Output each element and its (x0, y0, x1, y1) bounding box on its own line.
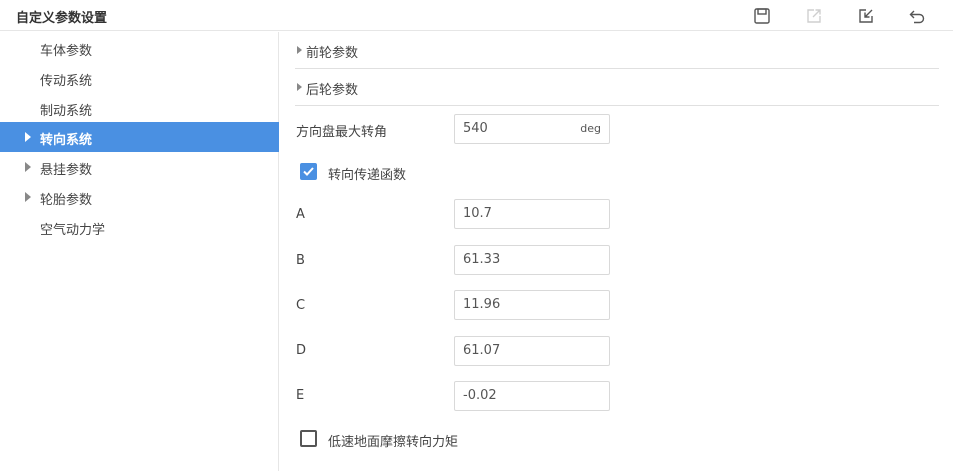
param-c-input[interactable]: 11.96 (454, 290, 610, 320)
sidebar-item-label: 转向系统 (40, 133, 93, 148)
param-e-value: -0.02 (463, 388, 497, 403)
param-a-value: 10.7 (463, 206, 492, 221)
sidebar-item-label: 传动系统 (40, 74, 93, 89)
low-speed-friction-label: 低速地面摩擦转向力矩 (328, 435, 459, 450)
steering-max-angle-label: 方向盘最大转角 (296, 125, 388, 140)
sidebar-item-label: 车体参数 (40, 44, 93, 59)
undo-button[interactable] (907, 6, 927, 26)
import-button[interactable] (856, 6, 876, 26)
sidebar: 车体参数 传动系统 制动系统 转向系统 悬挂参数 轮胎参数 空气动力学 (0, 32, 279, 471)
main-panel: 前轮参数 后轮参数 方向盘最大转角 540 deg 转向传递函数 A 10.7 … (280, 32, 953, 471)
header-bar: 自定义参数设置 (0, 0, 953, 31)
unit-label: deg (580, 122, 601, 135)
caret-right-icon (25, 132, 31, 142)
section-label: 前轮参数 (306, 46, 359, 61)
undo-icon (909, 10, 925, 24)
sidebar-item-steering[interactable]: 转向系统 (0, 122, 279, 152)
sidebar-item-label: 轮胎参数 (40, 193, 93, 208)
steering-max-angle-input[interactable]: 540 deg (454, 114, 610, 144)
param-d-value: 61.07 (463, 343, 501, 358)
param-b-label: B (296, 253, 305, 268)
param-e-input[interactable]: -0.02 (454, 381, 610, 411)
sidebar-item-label: 制动系统 (40, 104, 93, 119)
save-icon (754, 8, 770, 24)
sidebar-item-aerodynamics[interactable]: 空气动力学 (0, 212, 279, 242)
param-d-input[interactable]: 61.07 (454, 336, 610, 366)
checkmark-icon (303, 167, 314, 176)
param-c-label: C (296, 298, 306, 313)
export-button[interactable] (804, 6, 824, 26)
param-c-value: 11.96 (463, 297, 501, 312)
param-a-label: A (296, 207, 305, 222)
section-label: 后轮参数 (306, 83, 359, 98)
sidebar-item-label: 空气动力学 (40, 223, 106, 238)
export-icon (807, 9, 821, 23)
param-b-value: 61.33 (463, 252, 501, 267)
sidebar-item-braking[interactable]: 制动系统 (0, 93, 279, 123)
caret-right-icon (297, 46, 302, 54)
caret-right-icon (297, 83, 302, 91)
transfer-function-checkbox[interactable] (300, 163, 317, 180)
caret-right-icon (25, 192, 31, 202)
page-title: 自定义参数设置 (16, 11, 108, 26)
param-e-label: E (296, 388, 305, 403)
caret-right-icon (25, 162, 31, 172)
steering-max-angle-value: 540 (463, 121, 488, 136)
param-a-input[interactable]: 10.7 (454, 199, 610, 229)
section-rear-wheel[interactable]: 后轮参数 (295, 69, 939, 106)
param-d-label: D (296, 343, 307, 358)
low-speed-friction-checkbox[interactable] (300, 430, 317, 447)
sidebar-item-drivetrain[interactable]: 传动系统 (0, 63, 279, 93)
param-b-input[interactable]: 61.33 (454, 245, 610, 275)
transfer-function-label: 转向传递函数 (328, 168, 407, 183)
import-icon (859, 9, 873, 23)
sidebar-item-label: 悬挂参数 (40, 163, 93, 178)
section-front-wheel[interactable]: 前轮参数 (295, 32, 939, 69)
sidebar-item-tire[interactable]: 轮胎参数 (0, 182, 279, 212)
sidebar-item-suspension[interactable]: 悬挂参数 (0, 152, 279, 182)
sidebar-item-body[interactable]: 车体参数 (0, 33, 279, 63)
save-button[interactable] (752, 6, 772, 26)
